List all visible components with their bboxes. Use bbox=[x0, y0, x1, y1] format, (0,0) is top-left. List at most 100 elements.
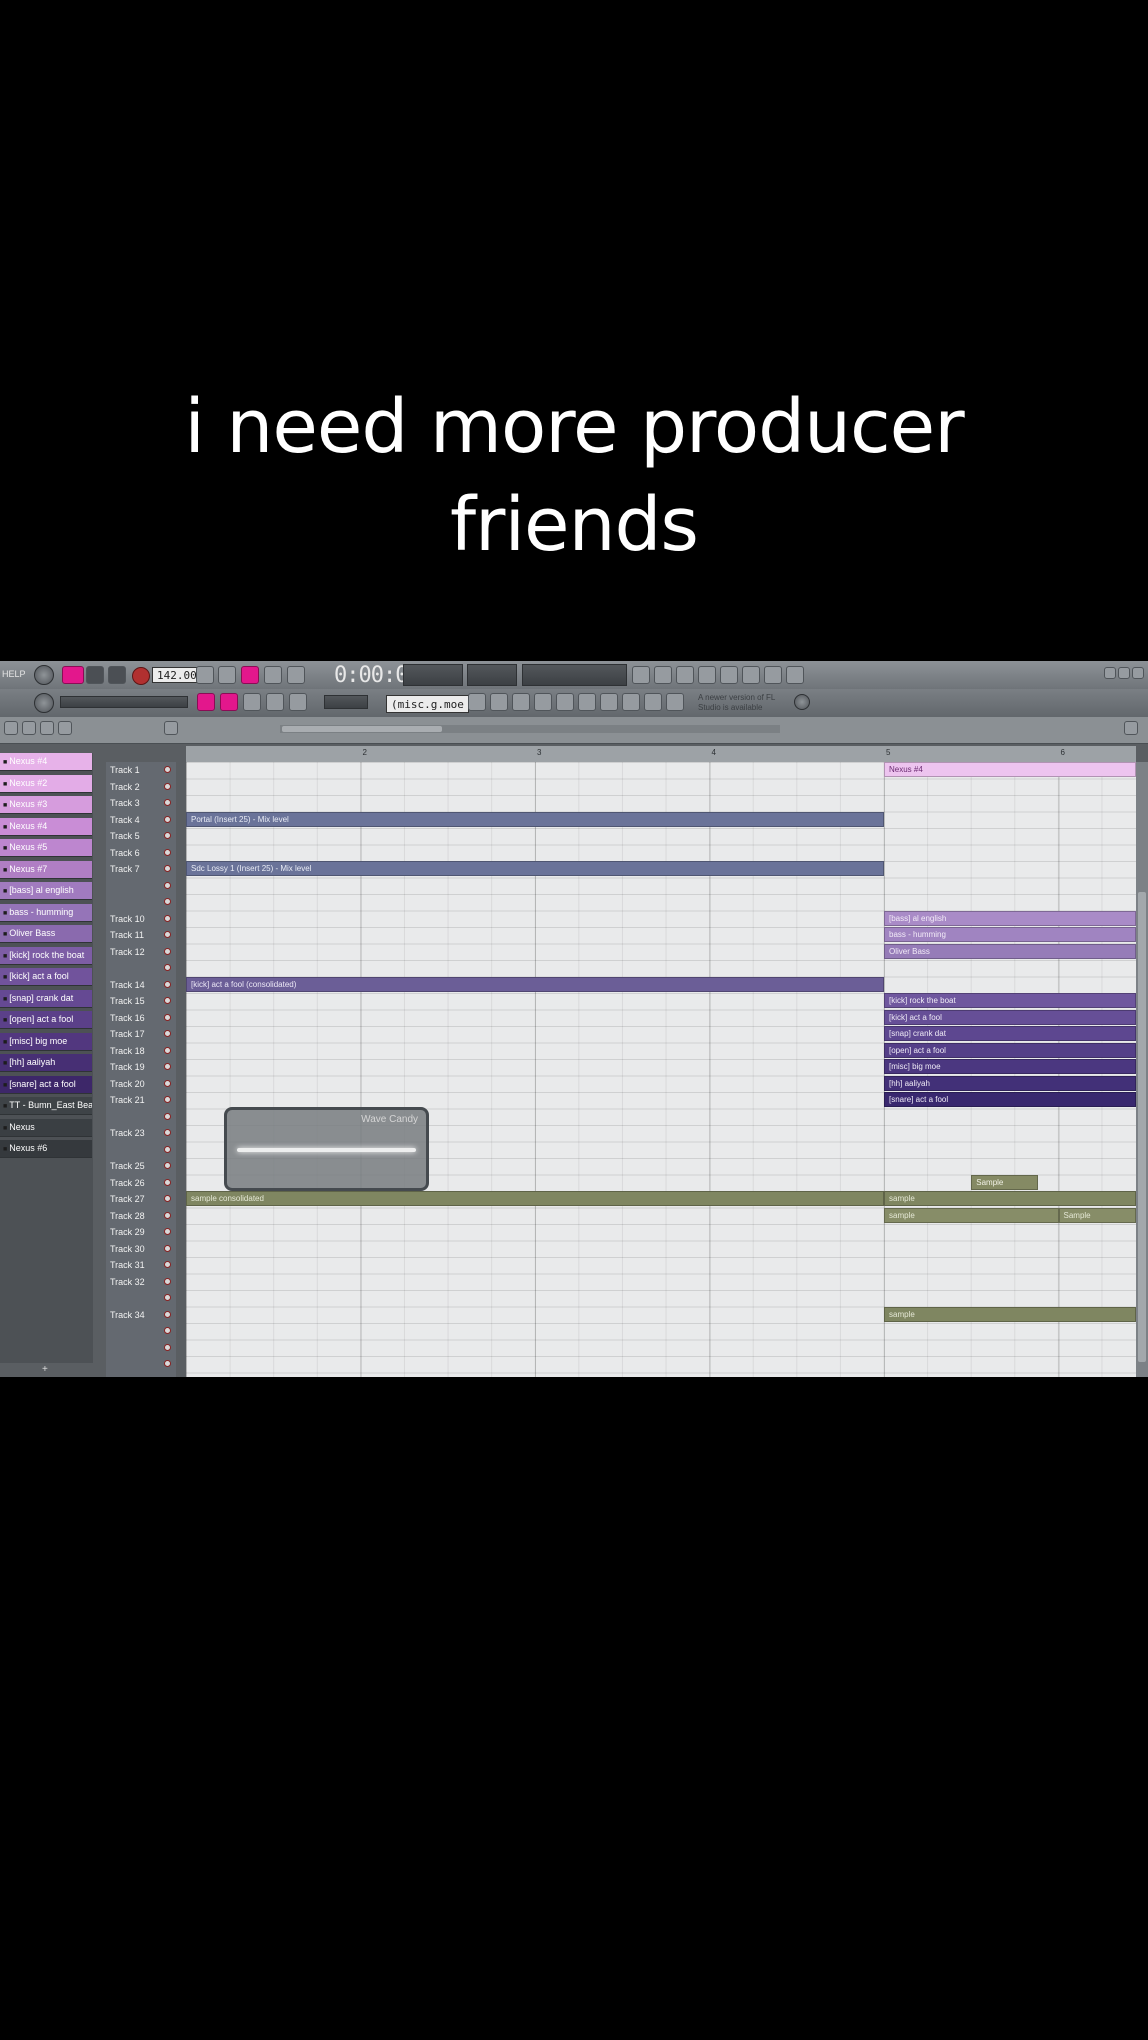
track-header[interactable]: Track 17 bbox=[106, 1026, 176, 1042]
track-mute-icon[interactable] bbox=[164, 865, 171, 872]
channel-button[interactable]: ■ [misc] big moe bbox=[0, 1032, 92, 1051]
track-mute-icon[interactable] bbox=[164, 1079, 171, 1087]
playlist-clip[interactable]: sample consolidated bbox=[186, 1191, 884, 1206]
browser-icon[interactable] bbox=[676, 666, 694, 684]
channel-button[interactable]: ■ [snare] act a fool bbox=[0, 1075, 92, 1094]
touch-controller-icon[interactable] bbox=[764, 666, 782, 684]
track-mute-icon[interactable] bbox=[164, 1261, 171, 1268]
channel-button[interactable]: ■ Nexus #5 bbox=[0, 839, 92, 857]
blend-notes-icon[interactable] bbox=[264, 666, 282, 684]
channel-button[interactable]: ■ [kick] act a fool bbox=[0, 968, 92, 986]
track-header[interactable]: Track 21 bbox=[106, 1092, 176, 1108]
channel-button[interactable]: ■ Nexus #4 bbox=[0, 817, 92, 836]
track-header[interactable] bbox=[106, 1109, 176, 1125]
track-mute-icon[interactable] bbox=[164, 1360, 171, 1367]
play-button[interactable] bbox=[86, 666, 104, 684]
update-icon[interactable] bbox=[794, 694, 810, 710]
stop-button[interactable] bbox=[108, 666, 126, 684]
master-volume-knob[interactable] bbox=[34, 665, 54, 685]
track-mute-icon[interactable] bbox=[164, 1030, 171, 1037]
track-header[interactable]: Track 12 bbox=[106, 944, 176, 960]
track-mute-icon[interactable] bbox=[164, 1294, 171, 1301]
channel-button[interactable]: ■ [open] act a fool bbox=[0, 1011, 92, 1029]
view-icon[interactable] bbox=[40, 721, 54, 735]
track-mute-icon[interactable] bbox=[164, 914, 171, 922]
close-playlist-icon[interactable] bbox=[1124, 721, 1138, 735]
paint-tool-icon[interactable] bbox=[266, 693, 284, 711]
update-hint[interactable]: A newer version of FL Studio is availabl… bbox=[698, 693, 798, 713]
track-mute-icon[interactable] bbox=[164, 881, 171, 889]
pattern-selector[interactable]: (misc.g.moe bbox=[386, 695, 469, 713]
track-mute-icon[interactable] bbox=[164, 1228, 171, 1235]
playlist-clip[interactable]: sample bbox=[884, 1207, 1059, 1223]
channel-button[interactable]: ■ [snap] crank dat bbox=[0, 989, 92, 1008]
add-channel-icon[interactable]: + bbox=[42, 1364, 48, 1375]
playlist-clip[interactable]: [bass] al english bbox=[884, 910, 1136, 926]
playlist-clip[interactable]: Sample bbox=[971, 1174, 1038, 1190]
track-header[interactable] bbox=[106, 878, 176, 894]
track-header[interactable]: Track 31 bbox=[106, 1257, 176, 1273]
playlist-clip[interactable]: [kick] act a fool bbox=[884, 1009, 1136, 1025]
horizontal-scroll-thumb[interactable] bbox=[282, 726, 442, 732]
master-pitch-knob[interactable] bbox=[34, 693, 54, 713]
snap-selector[interactable] bbox=[324, 695, 368, 709]
zoom-icon[interactable] bbox=[468, 693, 486, 711]
track-header[interactable]: Track 18 bbox=[106, 1043, 176, 1059]
playlist-clip[interactable]: sample bbox=[884, 1306, 1136, 1322]
track-header[interactable]: Track 16 bbox=[106, 1010, 176, 1026]
track-header[interactable]: Track 28 bbox=[106, 1208, 176, 1224]
track-header[interactable] bbox=[106, 1356, 176, 1372]
track-header[interactable] bbox=[106, 1340, 176, 1356]
wave-candy-window[interactable]: Wave Candy bbox=[224, 1107, 429, 1191]
stamp-tool-icon[interactable] bbox=[289, 693, 307, 711]
song-mode-toggle[interactable] bbox=[62, 666, 84, 684]
track-header[interactable]: Track 30 bbox=[106, 1241, 176, 1257]
channel-button[interactable]: ■ [hh] aaliyah bbox=[0, 1054, 92, 1072]
playlist-clip[interactable]: [kick] rock the boat bbox=[884, 993, 1136, 1008]
minimize-icon[interactable] bbox=[1104, 667, 1116, 679]
pattern-list-icon[interactable] bbox=[164, 721, 178, 735]
track-mute-icon[interactable] bbox=[164, 832, 171, 839]
track-header[interactable]: Track 10 bbox=[106, 911, 176, 927]
track-header[interactable]: Track 4 bbox=[106, 812, 176, 828]
countdown-icon[interactable] bbox=[241, 666, 259, 684]
track-header[interactable]: Track 1 bbox=[106, 762, 176, 778]
playlist-clip[interactable]: [kick] act a fool (consolidated) bbox=[186, 976, 884, 992]
track-header[interactable]: Track 3 bbox=[106, 795, 176, 811]
track-mute-icon[interactable] bbox=[164, 1046, 171, 1054]
track-mute-icon[interactable] bbox=[164, 1178, 171, 1186]
track-header[interactable]: Track 25 bbox=[106, 1158, 176, 1174]
playlist-clip[interactable]: [open] act a fool bbox=[884, 1042, 1136, 1058]
mute-tool-icon[interactable] bbox=[534, 693, 552, 711]
playlist-clip[interactable]: [snap] crank dat bbox=[884, 1026, 1136, 1041]
track-mute-icon[interactable] bbox=[164, 815, 171, 823]
metronome-icon[interactable] bbox=[196, 666, 214, 684]
maximize-icon[interactable] bbox=[1118, 667, 1130, 679]
track-mute-icon[interactable] bbox=[164, 1013, 171, 1021]
channel-button[interactable]: ■ Nexus bbox=[0, 1118, 92, 1137]
magnet-icon[interactable] bbox=[622, 693, 640, 711]
vertical-scroll-thumb[interactable] bbox=[1138, 892, 1146, 1362]
track-mute-icon[interactable] bbox=[164, 1195, 171, 1202]
track-mute-icon[interactable] bbox=[164, 1129, 171, 1136]
track-header[interactable] bbox=[106, 1142, 176, 1158]
record-button[interactable] bbox=[132, 667, 150, 685]
track-header[interactable]: Track 23 bbox=[106, 1125, 176, 1141]
track-header[interactable]: Track 19 bbox=[106, 1059, 176, 1075]
channel-button[interactable]: ■ bass - humming bbox=[0, 903, 92, 922]
channel-button[interactable]: ■ Nexus #4 bbox=[0, 753, 92, 771]
track-mute-icon[interactable] bbox=[164, 1063, 171, 1070]
mixer-icon[interactable] bbox=[720, 666, 738, 684]
channel-button[interactable]: ■ Nexus #2 bbox=[0, 774, 92, 793]
draw-tool-icon[interactable] bbox=[243, 693, 261, 711]
track-header[interactable]: Track 7 bbox=[106, 861, 176, 877]
track-mute-icon[interactable] bbox=[164, 1310, 171, 1318]
track-mute-icon[interactable] bbox=[164, 848, 171, 856]
channel-button[interactable]: ■ Nexus #3 bbox=[0, 796, 92, 814]
playlist-clip[interactable]: Sdc Lossy 1 (Insert 25) - Mix level bbox=[186, 861, 884, 876]
track-mute-icon[interactable] bbox=[164, 898, 171, 905]
snap-icon[interactable] bbox=[22, 721, 36, 735]
playback-tool-icon[interactable] bbox=[600, 693, 618, 711]
track-header[interactable] bbox=[106, 1290, 176, 1306]
track-mute-icon[interactable] bbox=[164, 980, 171, 988]
